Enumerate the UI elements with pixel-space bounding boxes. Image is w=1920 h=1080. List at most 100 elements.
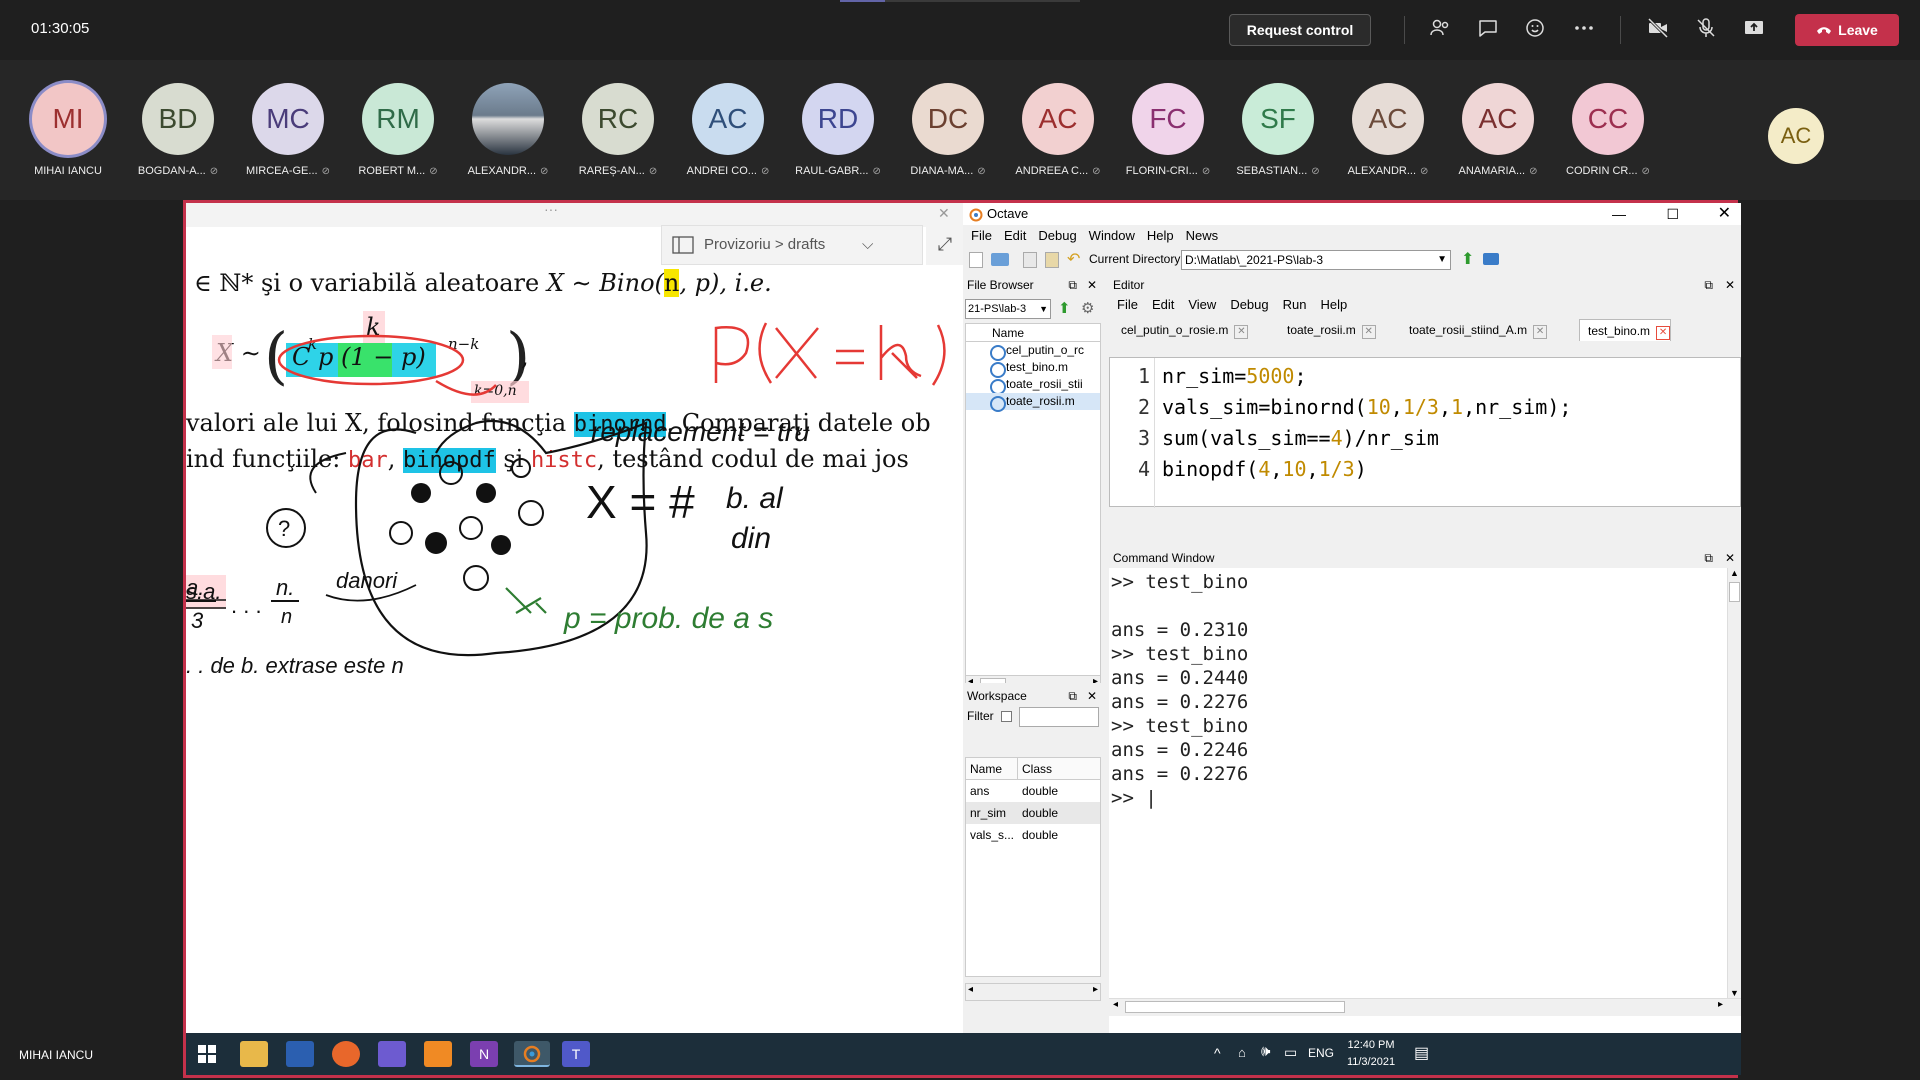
command-window[interactable]: Command Window ⧉ ✕ >> test_bino ans = 0.… [1109, 548, 1741, 1033]
participant-tile[interactable]: AC ANDREI CO... ⊘ [678, 80, 778, 190]
tab-close-icon[interactable]: ✕ [1234, 325, 1249, 339]
parent-dir-icon[interactable]: ⬆ [1461, 249, 1474, 269]
file-explorer-icon[interactable] [240, 1041, 268, 1067]
participant-tile[interactable]: AC ANDREEA C... ⊘ [1008, 80, 1108, 190]
onenote-icon[interactable]: N [470, 1041, 498, 1067]
language-indicator[interactable]: ENG [1308, 1046, 1334, 1060]
file-item[interactable]: cel_putin_o_rc [966, 342, 1100, 361]
editor-menu-help[interactable]: Help [1320, 297, 1347, 312]
more-options-icon[interactable] [1570, 16, 1598, 44]
code-area[interactable]: 1 nr_sim=5000; 2 vals_sim=binornd(10,1/3,1,… [1109, 357, 1741, 508]
horizontal-scrollbar[interactable]: ◂ ▸ [965, 983, 1101, 1001]
reactions-icon[interactable] [1522, 16, 1550, 44]
code-line[interactable]: vals_sim=binornd(10,1/3,1,nr_sim); [1162, 395, 1571, 419]
editor-menu-view[interactable]: View [1188, 297, 1216, 312]
editor-menu-debug[interactable]: Debug [1230, 297, 1268, 312]
participant-tile[interactable]: RC RAREȘ-AN... ⊘ [568, 80, 668, 190]
app-icon[interactable] [424, 1041, 452, 1067]
editor-tab[interactable]: cel_putin_o_rosie.m ✕ [1113, 319, 1249, 341]
menu-item-file[interactable]: File [971, 228, 992, 243]
editor-menu-edit[interactable]: Edit [1152, 297, 1174, 312]
chat-icon[interactable] [1474, 16, 1502, 44]
copy-icon[interactable] [1023, 252, 1037, 268]
network-icon[interactable]: ⌂ [1238, 1045, 1246, 1060]
vertical-scrollbar[interactable]: ▲ ▼ [1727, 568, 1741, 998]
file-item[interactable]: toate_rosii.m [966, 393, 1100, 412]
participants-icon[interactable] [1426, 16, 1454, 44]
file-item[interactable]: test_bino.m [966, 359, 1100, 378]
horizontal-scrollbar[interactable]: ◂ ▸ [1109, 998, 1741, 1016]
file-item[interactable]: toate_rosii_stii [966, 376, 1100, 395]
code-line[interactable]: nr_sim=5000; [1162, 364, 1307, 388]
undock-icon[interactable]: ⧉ [1704, 275, 1713, 295]
code-line[interactable]: sum(vals_sim==4)/nr_sim [1162, 426, 1439, 450]
close-icon[interactable]: ✕ [1718, 203, 1731, 225]
notifications-icon[interactable]: ▤ [1414, 1043, 1429, 1063]
column-header-name[interactable]: Name [966, 758, 1018, 779]
parent-dir-icon[interactable]: ⬆ [1058, 299, 1071, 317]
display-icon[interactable]: ▭ [1284, 1044, 1297, 1061]
participant-tile[interactable]: CC CODRIN CR... ⊘ [1558, 80, 1658, 190]
scroll-up-icon[interactable]: ▲ [1730, 568, 1739, 578]
leave-button[interactable]: Leave [1795, 14, 1899, 46]
request-control-button[interactable]: Request control [1229, 14, 1371, 46]
tab-close-icon[interactable]: ✕ [1361, 325, 1376, 339]
column-header-class[interactable]: Class [1018, 758, 1052, 779]
close-icon[interactable]: ✕ [1087, 275, 1097, 295]
participant-tile[interactable]: MI MIHAI IANCU [18, 80, 118, 190]
dropdown-arrow-icon[interactable]: ▼ [1437, 251, 1447, 269]
mic-off-icon[interactable] [1692, 16, 1720, 44]
scroll-left-icon[interactable]: ◂ [968, 984, 973, 995]
menu-item-window[interactable]: Window [1089, 228, 1135, 243]
menu-item-help[interactable]: Help [1147, 228, 1174, 243]
undock-icon[interactable]: ⧉ [1704, 548, 1713, 568]
tab-close-icon[interactable]: ✕ [1656, 326, 1671, 340]
filter-checkbox[interactable] [1001, 711, 1012, 722]
scrollbar-thumb[interactable] [1729, 582, 1740, 602]
firefox-icon[interactable] [332, 1041, 360, 1067]
camera-off-icon[interactable] [1644, 16, 1672, 44]
maximize-icon[interactable]: ☐ [1666, 203, 1679, 225]
octave-taskbar-icon[interactable] [514, 1041, 550, 1067]
undo-icon[interactable]: ↶ [1067, 249, 1080, 269]
column-header-name[interactable]: Name [965, 323, 1101, 343]
editor-menu-file[interactable]: File [1117, 297, 1138, 312]
code-line[interactable]: binopdf(4,10,1/3) [1162, 457, 1367, 481]
editor-tab[interactable]: toate_rosii_stiind_A.m ✕ [1401, 319, 1548, 341]
table-row[interactable]: nr_sim double [966, 802, 1100, 824]
participant-tile[interactable]: AC ALEXANDR... ⊘ [1338, 80, 1438, 190]
share-screen-icon[interactable] [1740, 16, 1768, 44]
minimize-icon[interactable]: — [1612, 203, 1626, 225]
table-row[interactable]: ans double [966, 780, 1100, 802]
editor-tab[interactable]: toate_rosii.m ✕ [1279, 319, 1376, 341]
table-row[interactable]: vals_s... double [966, 824, 1100, 846]
app-icon[interactable] [378, 1041, 406, 1067]
menu-item-news[interactable]: News [1186, 228, 1219, 243]
settings-gear-icon[interactable]: ⚙ [1081, 299, 1094, 317]
windows-start-icon[interactable] [198, 1045, 216, 1068]
chevron-up-icon[interactable]: ^ [1214, 1045, 1221, 1061]
participant-tile[interactable]: SF SEBASTIAN... ⊘ [1228, 80, 1328, 190]
participant-tile[interactable]: BD BOGDAN-A... ⊘ [128, 80, 228, 190]
undock-icon[interactable]: ⧉ [1068, 275, 1077, 295]
participant-tile[interactable]: RM ROBERT M... ⊘ [348, 80, 448, 190]
menu-item-edit[interactable]: Edit [1004, 228, 1026, 243]
close-icon[interactable]: ✕ [1087, 686, 1097, 706]
filter-input[interactable] [1019, 707, 1099, 727]
current-dir-input[interactable]: D:\Matlab\_2021-PS\lab-3 ▼ [1181, 250, 1451, 270]
save-icon[interactable] [286, 1041, 314, 1067]
participant-tile[interactable]: DC DIANA-MA... ⊘ [898, 80, 998, 190]
new-file-icon[interactable] [969, 252, 983, 268]
scrollbar-thumb[interactable] [1125, 1001, 1345, 1013]
teams-icon[interactable]: T [562, 1041, 590, 1067]
editor-menu-run[interactable]: Run [1283, 297, 1307, 312]
scroll-down-icon[interactable]: ▼ [1730, 988, 1739, 998]
participant-tile[interactable]: FC FLORIN-CRI... ⊘ [1118, 80, 1218, 190]
paste-icon[interactable] [1045, 252, 1059, 268]
editor-tab[interactable]: test_bino.m ✕ [1579, 319, 1672, 341]
file-browser-path[interactable]: 21-PS\lab-3 ▼ [965, 299, 1051, 319]
participant-tile[interactable]: RD RAUL-GABR... ⊘ [788, 80, 888, 190]
participant-tile[interactable]: MC MIRCEA-GE... ⊘ [238, 80, 338, 190]
open-folder-icon[interactable] [991, 253, 1009, 266]
close-icon[interactable]: ✕ [1725, 275, 1735, 295]
